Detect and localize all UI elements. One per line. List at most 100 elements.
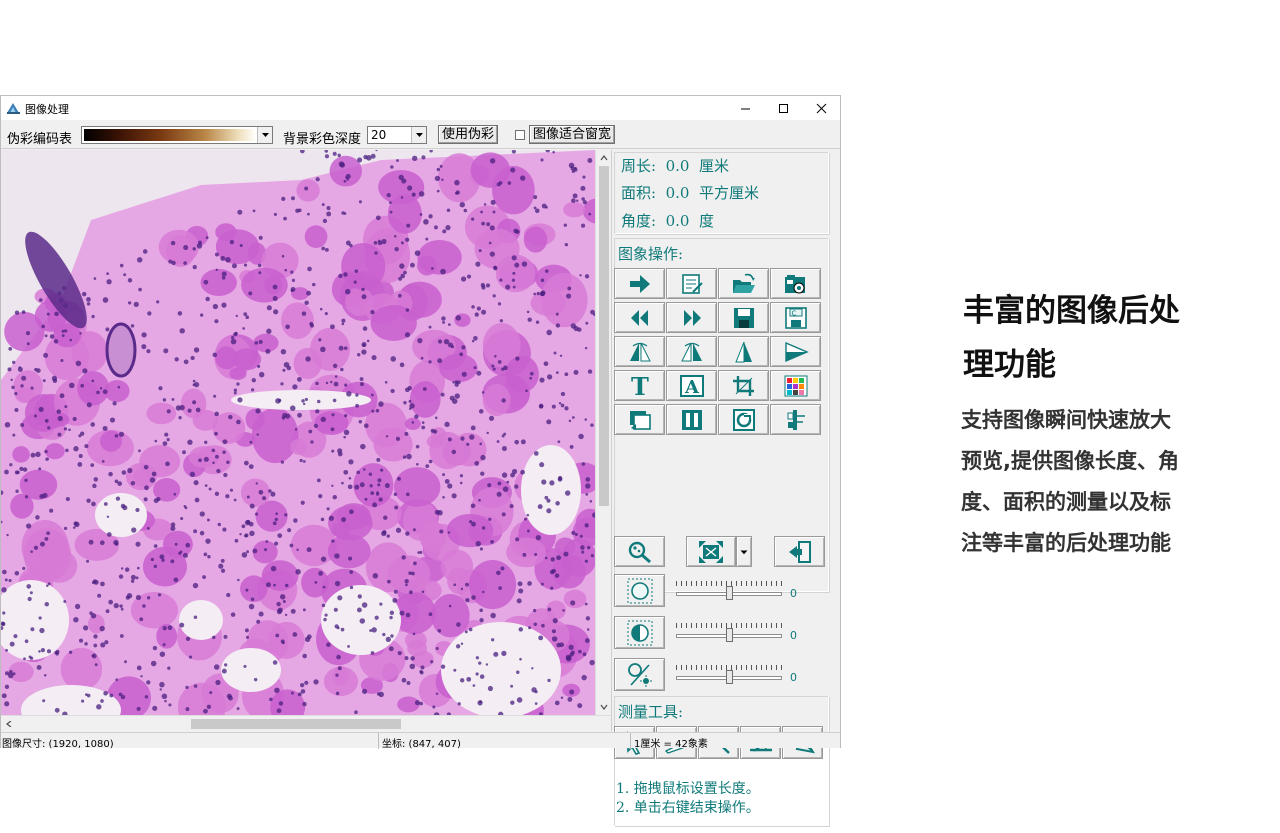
nucleus xyxy=(192,379,196,383)
nucleus xyxy=(439,164,443,168)
text-button[interactable]: T xyxy=(614,370,665,401)
nucleus xyxy=(497,360,502,364)
brightness-slider-thumb[interactable] xyxy=(726,586,733,600)
nucleus xyxy=(404,656,409,661)
nucleus xyxy=(405,492,410,497)
nucleus xyxy=(194,497,200,503)
next-button[interactable] xyxy=(614,268,665,299)
nucleus xyxy=(99,387,103,390)
edit-notes-button[interactable] xyxy=(666,268,717,299)
crop-button[interactable] xyxy=(718,370,769,401)
dropdown-arrow[interactable] xyxy=(257,127,272,143)
nucleus xyxy=(304,680,309,685)
maximize-icon xyxy=(778,103,788,113)
nucleus xyxy=(253,677,258,682)
nucleus xyxy=(124,660,127,664)
nucleus xyxy=(192,400,197,405)
dropdown-arrow[interactable] xyxy=(411,127,426,143)
nucleus xyxy=(318,494,323,499)
maximize-button[interactable] xyxy=(764,96,802,120)
save-button[interactable] xyxy=(718,302,769,333)
brightness-button[interactable] xyxy=(614,574,665,607)
nucleus xyxy=(587,157,593,163)
nucleus xyxy=(250,388,255,392)
nucleus xyxy=(510,167,516,173)
paste-button[interactable] xyxy=(718,404,769,435)
vertical-scroll-thumb[interactable] xyxy=(599,166,609,506)
nucleus xyxy=(428,214,433,219)
nucleus xyxy=(65,496,70,502)
lumen xyxy=(95,493,147,537)
nucleus xyxy=(6,533,9,537)
nucleus xyxy=(130,480,136,486)
flip-right-icon xyxy=(680,342,702,361)
open-folder-button[interactable] xyxy=(718,268,769,299)
nucleus xyxy=(349,570,354,574)
nucleus xyxy=(229,488,234,492)
flip-left-icon xyxy=(629,342,651,361)
nucleus xyxy=(24,495,29,499)
fit-window-button[interactable] xyxy=(686,536,736,567)
flip-right-button[interactable] xyxy=(666,336,717,367)
fit-width-button[interactable]: 图像适合窗宽 xyxy=(529,125,616,144)
nucleus xyxy=(411,571,415,576)
nucleus xyxy=(57,415,63,422)
nucleus xyxy=(421,421,425,424)
mirror-button[interactable] xyxy=(770,404,821,435)
contrast-value: 0 xyxy=(790,629,797,642)
gamma-slider-thumb[interactable] xyxy=(726,670,733,684)
nucleus xyxy=(229,239,235,245)
nucleus xyxy=(4,684,10,689)
chevron-up-icon xyxy=(600,155,608,161)
nucleus xyxy=(228,414,233,420)
nucleus xyxy=(38,467,42,471)
contrast-slider-thumb[interactable] xyxy=(726,628,733,642)
nucleus xyxy=(61,329,65,333)
fit-width-checkbox[interactable] xyxy=(515,130,525,140)
nucleus xyxy=(14,310,20,315)
nucleus xyxy=(245,315,250,320)
nucleus xyxy=(212,461,215,465)
nucleus xyxy=(455,644,461,649)
rewind-button[interactable] xyxy=(614,302,665,333)
nucleus xyxy=(499,319,503,323)
nucleus xyxy=(370,153,376,159)
gamma-button[interactable] xyxy=(614,658,665,691)
histology-image[interactable] xyxy=(1,150,595,715)
apply-pseudocolor-button[interactable]: 使用伪彩 xyxy=(438,125,499,144)
minimize-icon xyxy=(740,108,750,109)
rotate-button[interactable] xyxy=(770,336,821,367)
nucleus xyxy=(304,186,309,191)
nucleus xyxy=(530,371,534,376)
split-button[interactable] xyxy=(666,404,717,435)
fast-forward-button[interactable] xyxy=(666,302,717,333)
title-bar[interactable]: 图像处理 xyxy=(1,96,840,120)
image-canvas[interactable] xyxy=(1,150,595,715)
flip-vertical-button[interactable] xyxy=(718,336,769,367)
color-palette-button[interactable] xyxy=(770,370,821,401)
promo-desc-line-3: 度、面积的测量以及标 xyxy=(961,490,1171,514)
scroll-down-button[interactable] xyxy=(597,700,611,714)
flip-left-button[interactable] xyxy=(614,336,665,367)
nucleus xyxy=(214,491,220,496)
save-copy-button[interactable]: C xyxy=(770,302,821,333)
fit-window-dropdown[interactable] xyxy=(736,536,752,567)
colormap-dropdown[interactable] xyxy=(81,126,273,144)
copy-button[interactable] xyxy=(614,404,665,435)
horizontal-scroll-thumb[interactable] xyxy=(191,719,401,729)
vertical-scrollbar[interactable] xyxy=(595,150,611,715)
scroll-up-button[interactable] xyxy=(597,151,611,165)
close-button[interactable] xyxy=(802,96,840,120)
horizontal-scrollbar[interactable] xyxy=(1,715,611,731)
contrast-button[interactable] xyxy=(614,616,665,649)
nucleus xyxy=(239,532,242,536)
scroll-left-button[interactable] xyxy=(2,717,16,731)
nucleus xyxy=(256,619,261,624)
minimize-button[interactable] xyxy=(726,96,764,120)
nucleus xyxy=(348,476,352,480)
text-box-button[interactable]: A xyxy=(666,370,717,401)
zoom-button[interactable] xyxy=(614,536,665,567)
depth-dropdown[interactable]: 20 xyxy=(367,126,427,144)
exit-button[interactable] xyxy=(774,536,825,567)
camera-button[interactable] xyxy=(770,268,821,299)
